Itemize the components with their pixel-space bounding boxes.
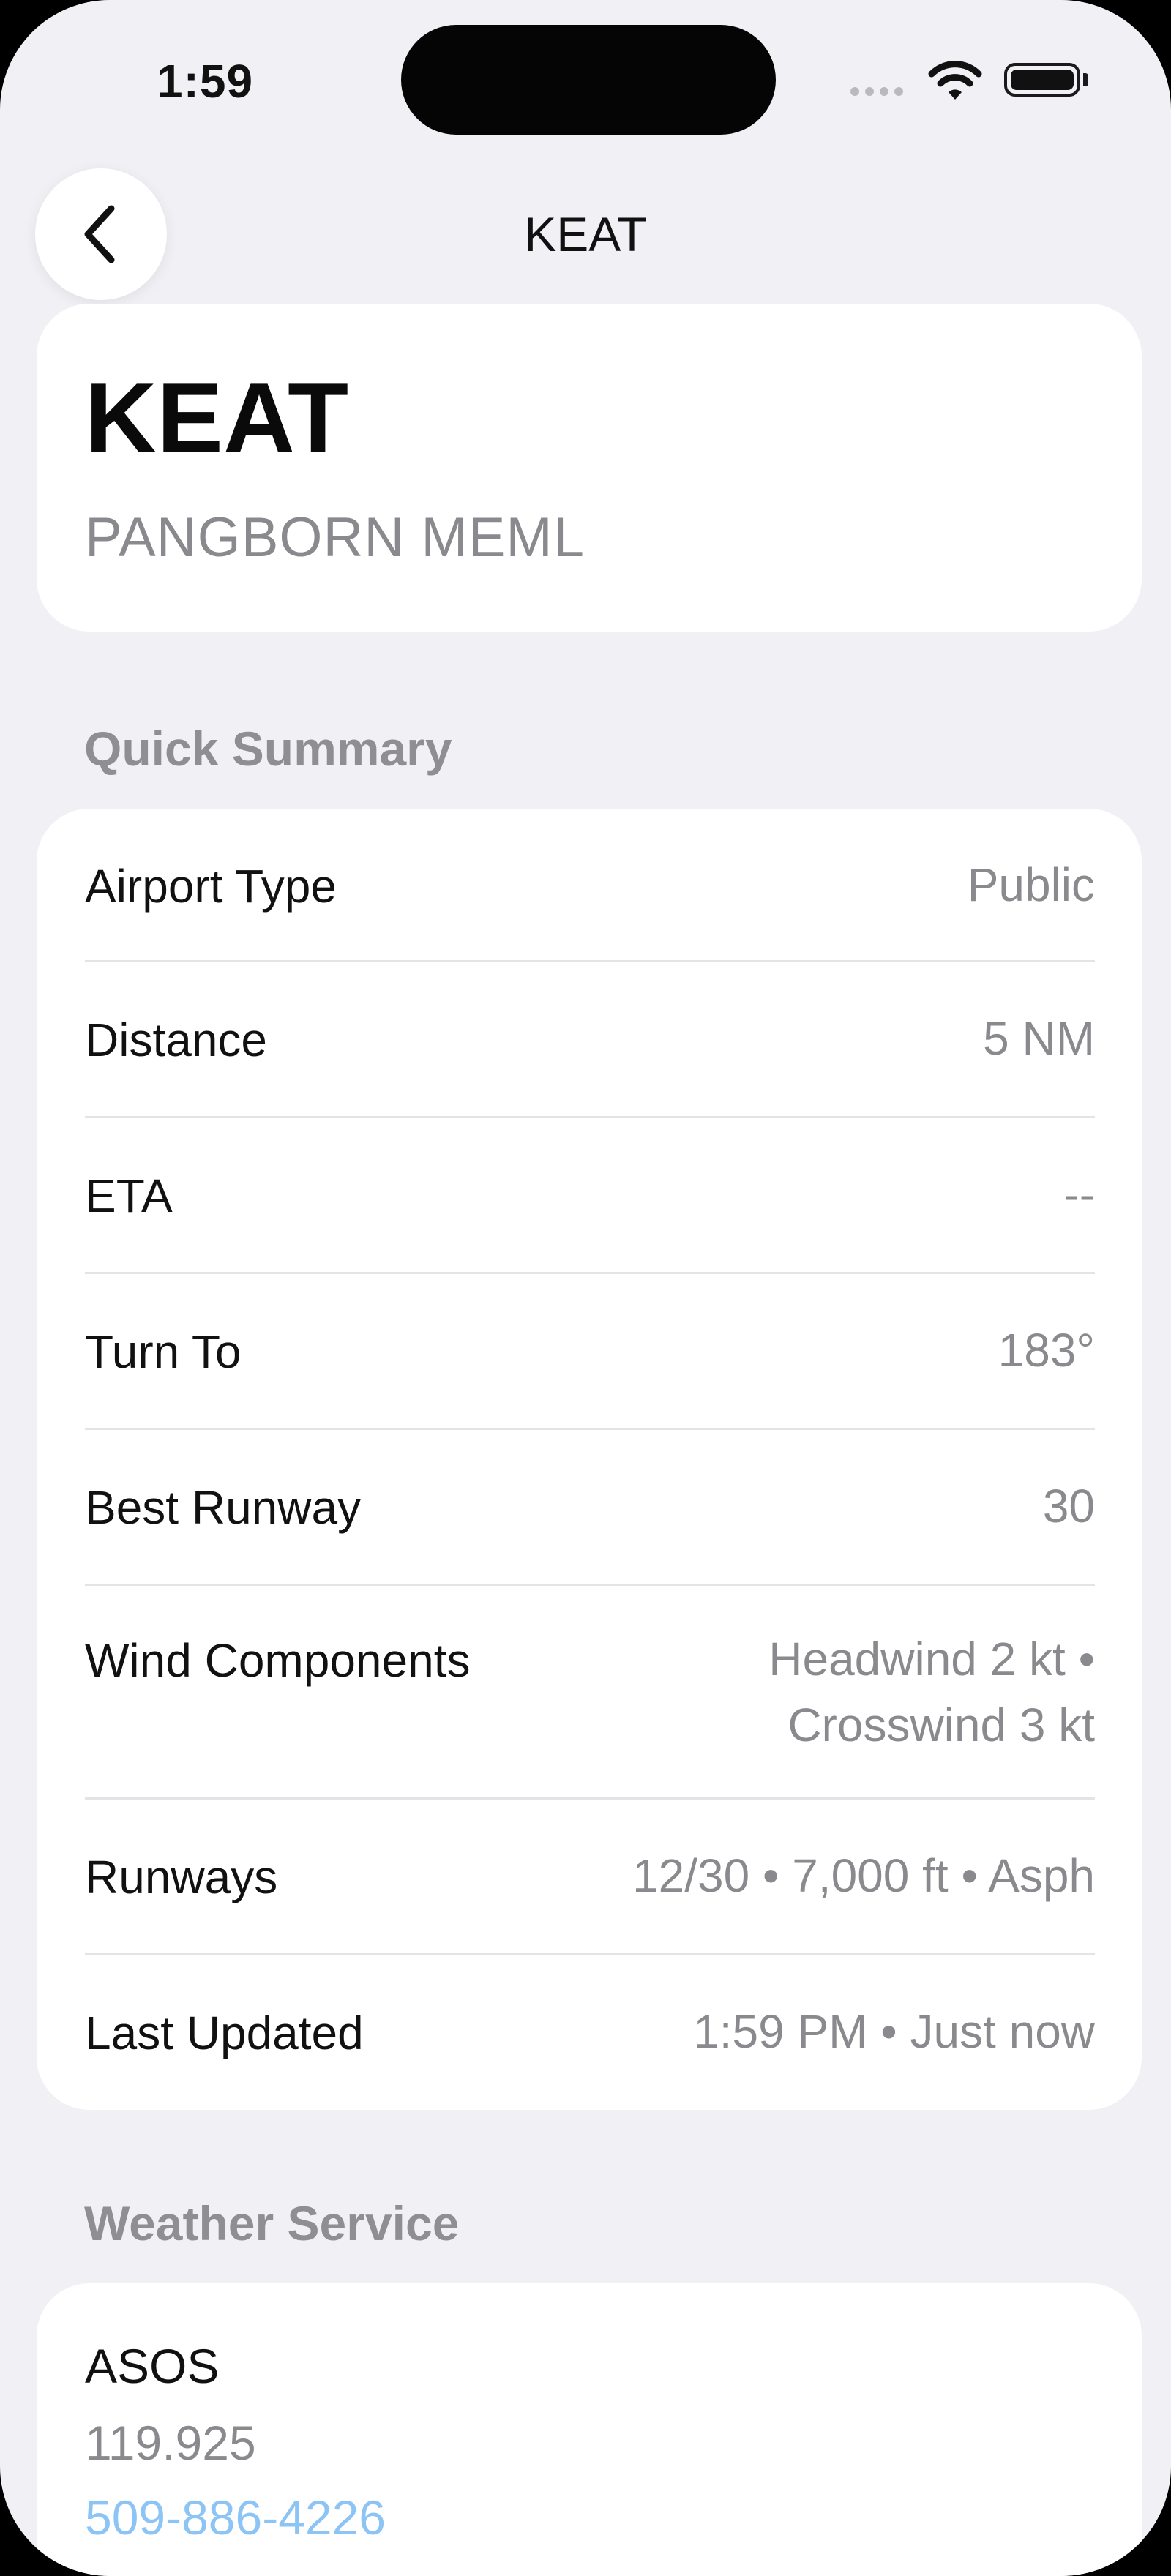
summary-row-turn-to: Turn To 183° <box>85 1272 1095 1430</box>
row-value: 5 NM <box>983 1012 1095 1065</box>
row-label: Airport Type <box>85 860 337 913</box>
airport-name: PANGBORN MEML <box>85 506 586 569</box>
cellular-signal-icon <box>850 86 909 100</box>
row-label: Wind Components <box>85 1634 471 1687</box>
row-value: 1:59 PM • Just now <box>693 2005 1095 2058</box>
screen: 1:59 KEAT KEAT PANGBORN MEML Quick Summa… <box>0 0 1171 2576</box>
summary-row-best-runway: Best Runway 30 <box>85 1428 1095 1586</box>
weather-service-heading: Weather Service <box>84 2196 460 2250</box>
row-value: -- <box>1063 1168 1095 1221</box>
summary-row-airport-type: Airport Type Public <box>85 809 1095 962</box>
row-label: Distance <box>85 1014 267 1066</box>
row-value-line1: Headwind 2 kt • <box>768 1633 1095 1685</box>
weather-service-phone-link[interactable]: 509-886-4226 <box>85 2490 386 2545</box>
battery-tip <box>1083 73 1088 86</box>
nav-title: KEAT <box>524 207 647 261</box>
row-label: Runways <box>85 1851 278 1903</box>
row-value: 183° <box>998 1324 1095 1377</box>
row-label: ETA <box>85 1169 173 1222</box>
summary-row-wind-components: Wind Components Headwind 2 kt • Crosswin… <box>85 1584 1095 1800</box>
row-value: 30 <box>1042 1480 1095 1532</box>
weather-service-name: ASOS <box>85 2339 220 2393</box>
row-label: Best Runway <box>85 1481 362 1534</box>
row-label: Turn To <box>85 1325 242 1378</box>
weather-service-card[interactable]: ASOS 119.925 509-886-4226 <box>37 2283 1142 2576</box>
battery-icon <box>1004 63 1080 97</box>
summary-row-runways: Runways 12/30 • 7,000 ft • Asph <box>85 1797 1095 1955</box>
quick-summary-card: Airport Type Public Distance 5 NM ETA --… <box>37 809 1142 2110</box>
status-time: 1:59 <box>157 55 254 108</box>
quick-summary-heading: Quick Summary <box>84 722 452 776</box>
summary-row-eta: ETA -- <box>85 1116 1095 1274</box>
airport-code: KEAT <box>85 362 349 473</box>
row-value: 12/30 • 7,000 ft • Asph <box>632 1849 1095 1902</box>
row-value-line2: Crosswind 3 kt <box>787 1699 1095 1751</box>
wifi-icon <box>928 61 982 100</box>
dynamic-island <box>401 25 776 135</box>
row-label: Last Updated <box>85 2007 364 2059</box>
weather-service-frequency: 119.925 <box>85 2416 256 2470</box>
summary-row-distance: Distance 5 NM <box>85 960 1095 1118</box>
airport-header-card: KEAT PANGBORN MEML <box>37 304 1142 632</box>
row-value: Public <box>967 858 1095 911</box>
summary-row-last-updated: Last Updated 1:59 PM • Just now <box>85 1953 1095 2110</box>
